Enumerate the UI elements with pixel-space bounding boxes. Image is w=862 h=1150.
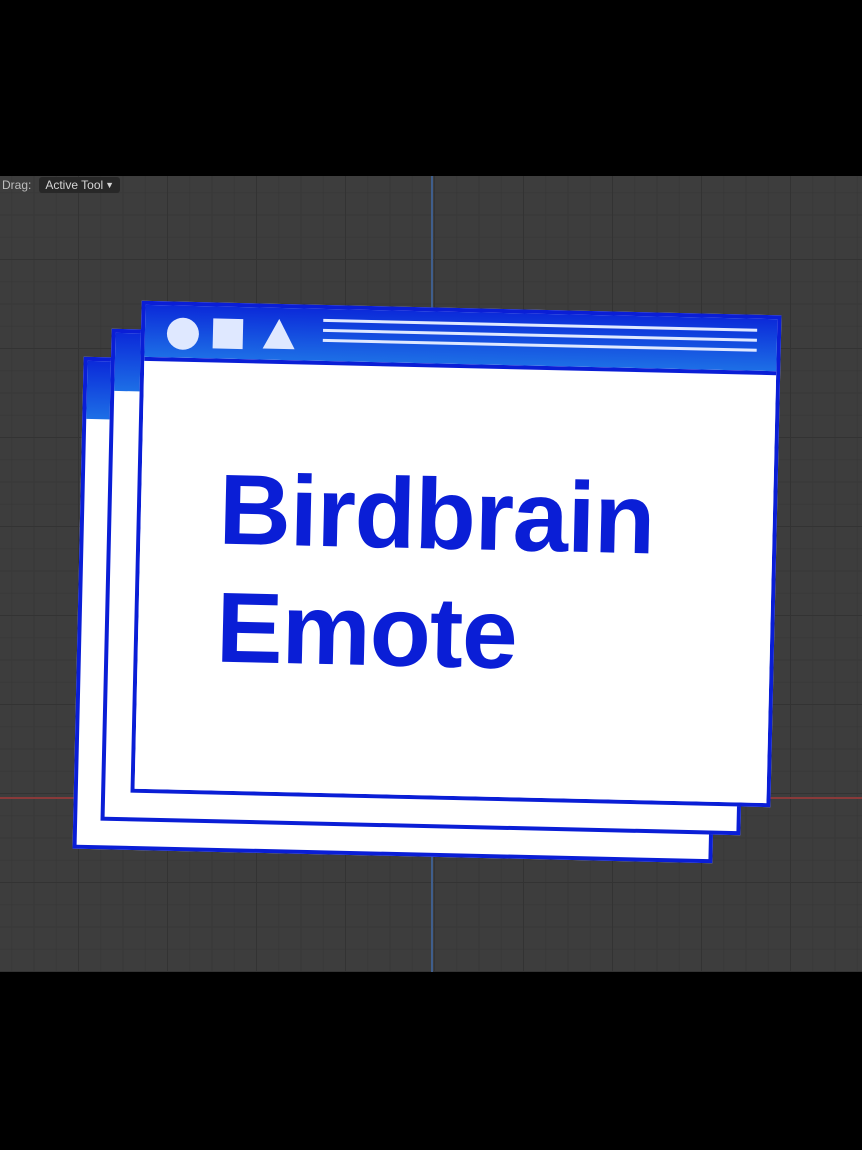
front-window: Birdbrain Emote xyxy=(130,300,782,808)
headline-line-1: Birdbrain xyxy=(217,453,656,576)
titlebar-lines-decoration xyxy=(322,318,758,359)
circle-icon xyxy=(166,317,200,351)
square-icon xyxy=(212,318,244,350)
front-window-content: Birdbrain Emote xyxy=(134,356,777,804)
headline: Birdbrain Emote xyxy=(215,451,656,697)
headline-line-2: Emote xyxy=(214,571,519,691)
triangle-icon xyxy=(262,318,296,350)
window-stack-graphic: Birdbrain Emote xyxy=(0,0,862,1150)
